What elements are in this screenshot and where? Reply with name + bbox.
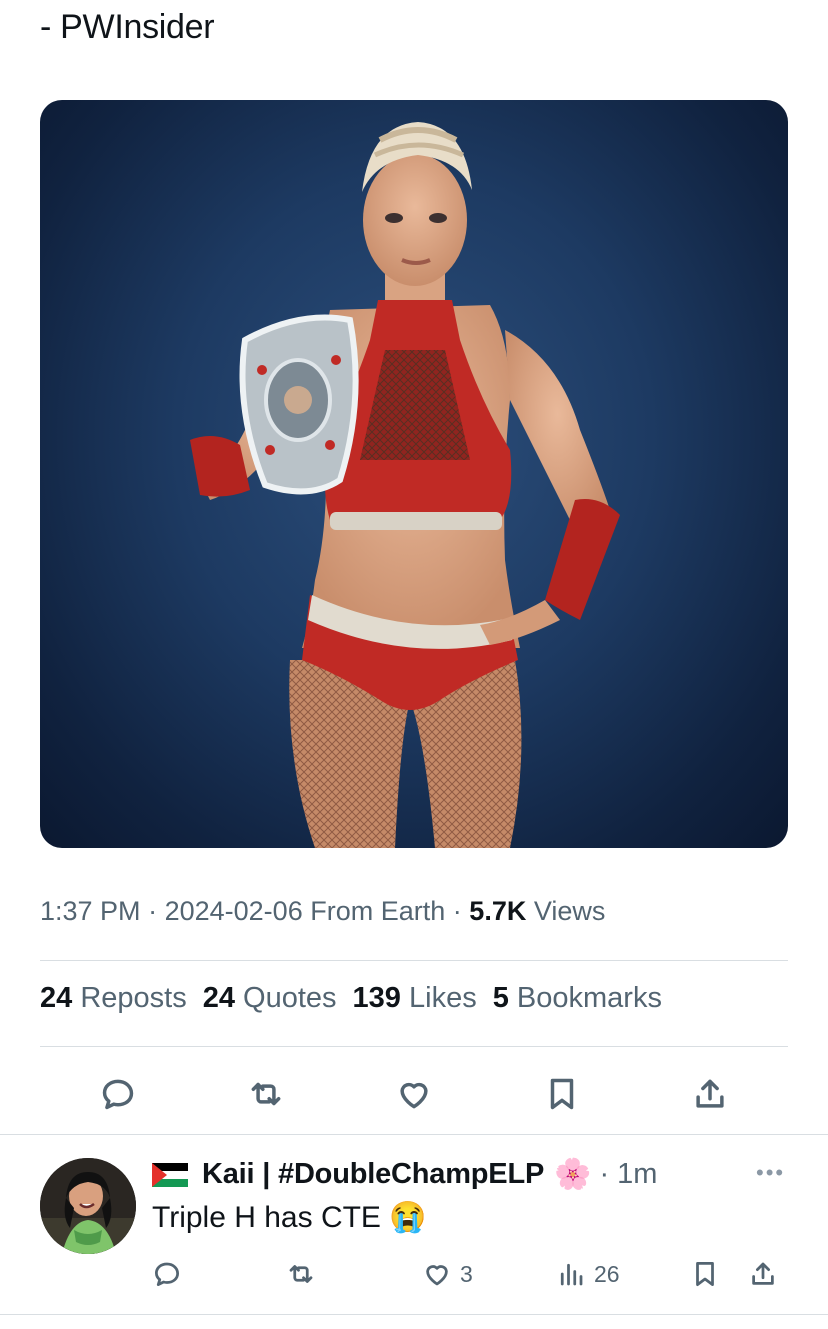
reply-author-name[interactable]: Kaii | #DoubleChampELP <box>202 1158 544 1191</box>
reply-header: Kaii | #DoubleChampELP 🌸 · 1m <box>152 1157 657 1191</box>
reply-text: Triple H has CTE 😭 <box>152 1201 427 1234</box>
tweet-meta: 1:37 PM · 2024-02-06 From Earth · 5.7K V… <box>40 896 606 926</box>
tweet-date[interactable]: 2024-02-06 <box>165 896 303 926</box>
wrestler-photo-illustration <box>190 122 620 848</box>
source-attribution: - PWInsider <box>40 8 215 46</box>
reply-bookmark-button[interactable] <box>690 1254 720 1294</box>
more-options-icon[interactable]: ••• <box>756 1160 785 1186</box>
reply-repost-button[interactable] <box>286 1254 316 1294</box>
reply-reply-button[interactable] <box>152 1254 182 1294</box>
reply-action-bar: 3 26 <box>152 1254 792 1294</box>
reply-share-button[interactable] <box>748 1254 778 1294</box>
stat-likes[interactable]: 139 Likes <box>353 982 477 1015</box>
stat-reposts[interactable]: 24 Reposts <box>40 982 187 1015</box>
repost-icon <box>251 1082 281 1106</box>
like-button[interactable] <box>386 1066 442 1122</box>
like-icon <box>400 1082 428 1109</box>
bookmark-icon <box>696 1262 714 1286</box>
divider <box>40 1046 788 1047</box>
reply-icon <box>102 1079 134 1110</box>
stat-bookmarks[interactable]: 5 Bookmarks <box>493 982 662 1015</box>
stat-quotes[interactable]: 24 Quotes <box>203 982 337 1015</box>
views-icon <box>560 1263 583 1286</box>
flower-emoji: 🌸 <box>554 1157 592 1191</box>
repost-icon <box>289 1265 313 1283</box>
reply-like-button[interactable]: 3 <box>422 1254 473 1294</box>
tweet-photo[interactable] <box>40 100 788 848</box>
reply-button[interactable] <box>90 1066 146 1122</box>
crying-emoji: 😭 <box>389 1201 427 1234</box>
like-count: 3 <box>460 1260 473 1287</box>
share-icon <box>752 1262 774 1285</box>
repost-button[interactable] <box>238 1066 294 1122</box>
reply-views-button[interactable]: 26 <box>556 1254 620 1294</box>
engagement-stats: 24 Reposts 24 Quotes 139 Likes 5 Bookmar… <box>40 982 662 1015</box>
share-icon <box>696 1079 724 1108</box>
divider <box>40 960 788 961</box>
tweet-location: From Earth <box>310 896 446 926</box>
share-button[interactable] <box>682 1066 738 1122</box>
bookmark-button[interactable] <box>534 1066 590 1122</box>
reply-icon <box>155 1262 179 1286</box>
reply-time[interactable]: · 1m <box>599 1158 657 1191</box>
avatar[interactable] <box>40 1158 136 1254</box>
divider <box>0 1134 828 1135</box>
views-label: Views <box>533 896 606 926</box>
palestine-flag-icon <box>152 1162 188 1187</box>
views-count: 5.7K <box>469 896 527 926</box>
bookmark-icon <box>550 1078 574 1110</box>
tweet-action-bar <box>40 1066 788 1122</box>
views-count: 26 <box>594 1260 620 1287</box>
tweet-time[interactable]: 1:37 PM <box>40 896 141 926</box>
like-icon <box>426 1265 448 1286</box>
divider <box>0 1314 828 1315</box>
